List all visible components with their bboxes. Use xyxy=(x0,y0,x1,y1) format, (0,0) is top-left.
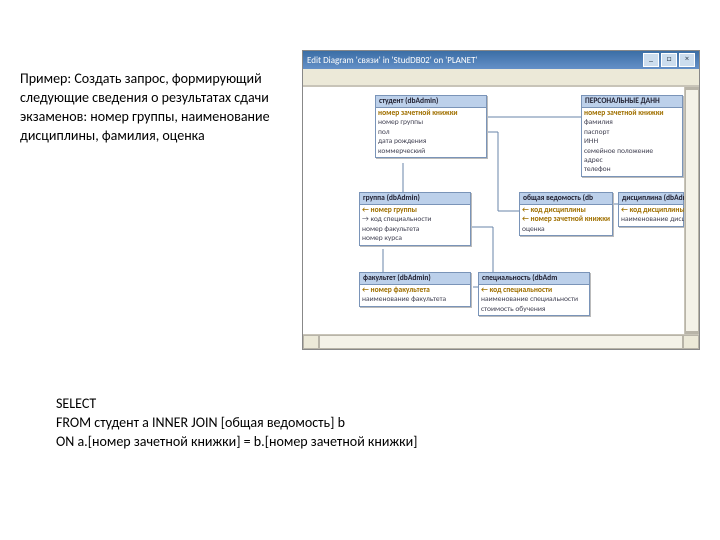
window-titlebar[interactable]: Edit Diagram 'связи' in 'StudDB02' on 'P… xyxy=(303,51,699,69)
table-group[interactable]: группа (dbAdmin) ← номер группы → код сп… xyxy=(359,192,471,246)
scroll-right-button[interactable] xyxy=(683,335,699,349)
table-vedomost[interactable]: общая ведомость (db ← код дисциплины ← н… xyxy=(519,192,613,236)
sql-code-block: SELECT FROM студент a INNER JOIN [общая … xyxy=(56,395,656,452)
table-student-body: номер зачетной книжки номер группы пол д… xyxy=(376,108,486,157)
diagram-canvas[interactable]: студент (dbAdmin) номер зачетной книжки … xyxy=(303,86,699,334)
table-personal-data-title: ПЕРСОНАЛЬНЫЕ ДАНН xyxy=(582,96,682,108)
table-specialty-title: специальность (dbAdm xyxy=(479,273,589,285)
close-button[interactable]: × xyxy=(679,53,695,67)
table-faculty[interactable]: факультет (dbAdmin) ← номер факультета н… xyxy=(359,272,471,307)
table-vedomost-body: ← код дисциплины ← номер зачетной книжки… xyxy=(520,205,612,235)
description-paragraph: Пример: Создать запрос, формирующий след… xyxy=(20,70,290,146)
table-vedomost-title: общая ведомость (db xyxy=(520,193,612,205)
window-title: Edit Diagram 'связи' in 'StudDB02' on 'P… xyxy=(307,55,477,66)
scroll-down-button[interactable] xyxy=(685,332,699,334)
scroll-h-track[interactable] xyxy=(319,335,683,349)
table-faculty-body: ← номер факультета наименование факульте… xyxy=(360,285,470,306)
scroll-left-button[interactable] xyxy=(303,335,319,349)
horizontal-scrollbar[interactable] xyxy=(303,334,699,349)
table-specialty[interactable]: специальность (dbAdm ← код специальности… xyxy=(478,272,590,316)
maximize-button[interactable]: □ xyxy=(661,53,677,67)
sql-line-1: SELECT xyxy=(56,395,656,414)
diagram-window: Edit Diagram 'связи' in 'StudDB02' on 'P… xyxy=(302,50,700,350)
sql-line-3: ON a.[номер зачетной книжки] = b.[номер … xyxy=(56,433,656,452)
table-group-title: группа (dbAdmin) xyxy=(360,193,470,205)
table-group-body: ← номер группы → код специальности номер… xyxy=(360,205,470,245)
table-personal-data-body: номер зачетной книжки фамилия паспорт ИН… xyxy=(582,108,682,176)
scroll-v-track[interactable] xyxy=(685,89,699,332)
minimize-button[interactable]: _ xyxy=(643,53,659,67)
table-discipline[interactable]: дисциплина (dbAdmin) ← код дисциплины на… xyxy=(618,192,684,227)
table-faculty-title: факультет (dbAdmin) xyxy=(360,273,470,285)
vertical-scrollbar[interactable] xyxy=(684,87,699,334)
table-student[interactable]: студент (dbAdmin) номер зачетной книжки … xyxy=(375,95,487,158)
window-toolbar xyxy=(303,69,699,86)
table-discipline-title: дисциплина (dbAdmin) xyxy=(619,193,683,205)
table-specialty-body: ← код специальности наименование специал… xyxy=(479,285,589,315)
table-student-title: студент (dbAdmin) xyxy=(376,96,486,108)
table-discipline-body: ← код дисциплины наименование дисциплины xyxy=(619,205,683,226)
table-personal-data[interactable]: ПЕРСОНАЛЬНЫЕ ДАНН номер зачетной книжки … xyxy=(581,95,683,177)
sql-line-2: FROM студент a INNER JOIN [общая ведомос… xyxy=(56,414,656,433)
